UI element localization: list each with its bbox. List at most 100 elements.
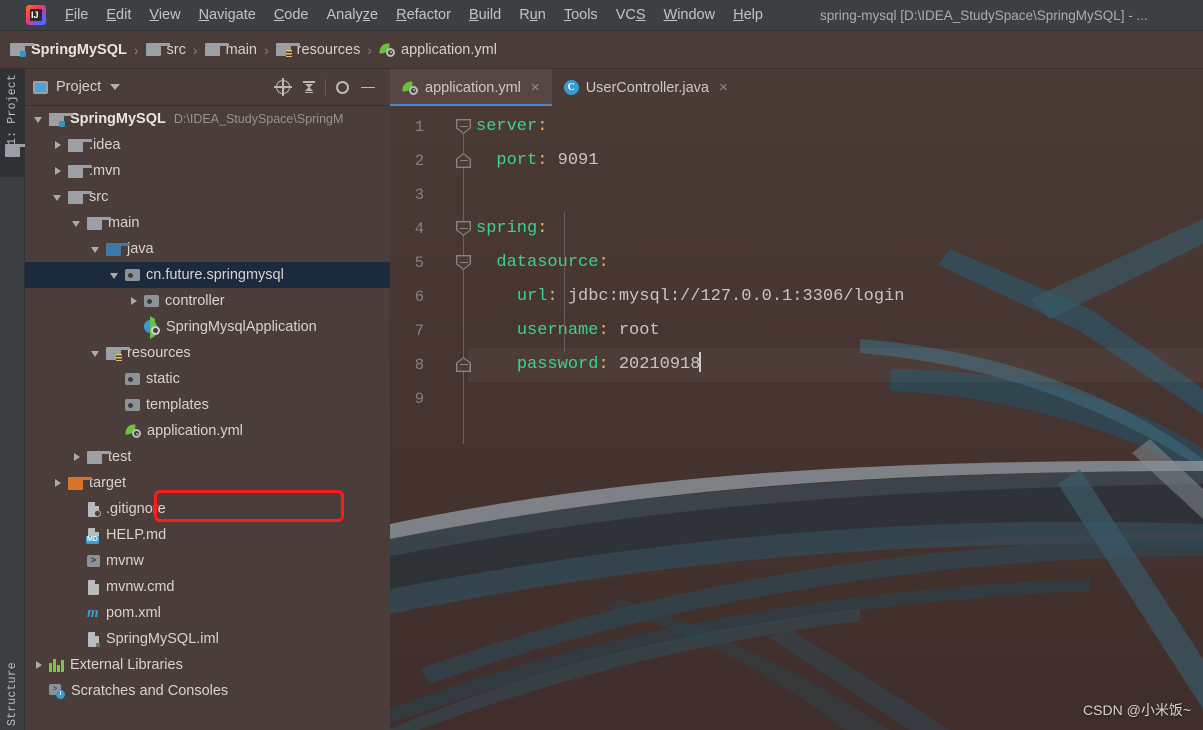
menu-item-code[interactable]: Code <box>265 4 318 26</box>
menu-item-help[interactable]: Help <box>724 4 772 26</box>
yaml-file-icon <box>401 80 418 95</box>
tree-toggle-down-icon[interactable] <box>90 243 102 255</box>
package-icon <box>125 399 140 411</box>
menu-item-navigate[interactable]: Navigate <box>190 4 265 26</box>
project-tool-window: Project SpringMySQL D:\IDEA_StudySpace\Sp… <box>25 69 390 730</box>
tree-row-controller[interactable]: controller <box>25 288 390 314</box>
tree-toggle-right-icon[interactable] <box>52 139 64 151</box>
breadcrumb-item-resources[interactable]: resources <box>275 42 360 58</box>
tree-row-target[interactable]: target <box>25 470 390 496</box>
breadcrumb[interactable]: SpringMySQL › src › main › resources › applicati… <box>0 31 1203 69</box>
tree-row-springmysql-iml[interactable]: SpringMySQL.iml <box>25 626 390 652</box>
tree-toggle-right-icon[interactable] <box>33 659 45 671</box>
module-folder-icon <box>10 43 34 57</box>
tree-row-application-yml[interactable]: application.yml <box>25 418 390 444</box>
tree-item-label: target <box>89 475 127 491</box>
breadcrumb-item-src[interactable]: src <box>145 42 186 58</box>
stripe-button-project[interactable]: 1: Project <box>0 69 25 177</box>
tree-row--gitignore[interactable]: .gitignore <box>25 496 390 522</box>
tree-item-label: .idea <box>89 137 121 153</box>
resources-folder-icon <box>275 43 300 57</box>
tree-row-help-md[interactable]: MD HELP.md <box>25 522 390 548</box>
tree-item-label: test <box>108 449 132 465</box>
tree-item-icon <box>87 631 100 647</box>
chevron-down-icon[interactable] <box>110 84 121 90</box>
gitignore-file-icon <box>87 501 101 517</box>
tree-row-mvnw[interactable]: > mvnw <box>25 548 390 574</box>
tree-item-icon <box>87 501 101 517</box>
editor-code-area[interactable]: 123456789 server: port: 9091 spring: dat… <box>390 106 1203 730</box>
locate-icon[interactable] <box>273 77 293 97</box>
menu-item-tools[interactable]: Tools <box>555 4 607 26</box>
breadcrumb-item-application-yml[interactable]: application.yml <box>378 42 497 58</box>
tree-row-src[interactable]: src <box>25 184 390 210</box>
tree-row-templates[interactable]: templates <box>25 392 390 418</box>
menu-item-analyze[interactable]: Analyze <box>318 4 388 26</box>
gear-icon[interactable] <box>332 77 352 97</box>
tree-row-main[interactable]: main <box>25 210 390 236</box>
editor-gutter[interactable]: 123456789 <box>390 106 471 730</box>
tree-row-scratches-and-consoles[interactable]: > Scratches and Consoles <box>25 678 390 704</box>
tree-row-cn-future-springmysql[interactable]: cn.future.springmysql <box>25 262 390 288</box>
stripe-structure-label: Structure <box>6 662 19 726</box>
tree-row-test[interactable]: test <box>25 444 390 470</box>
menu-item-vcs[interactable]: VCS <box>607 4 655 26</box>
tree-toggle-down-icon[interactable] <box>90 347 102 359</box>
editor-area: application.yml × C UserController.java × 12… <box>390 69 1203 730</box>
tree-toggle-down-icon[interactable] <box>71 217 83 229</box>
editor-tab-label: application.yml <box>425 79 521 96</box>
tree-row--idea[interactable]: .idea <box>25 132 390 158</box>
window-title: spring-mysql [D:\IDEA_StudySpace\SpringM… <box>819 7 1148 23</box>
tree-row-resources[interactable]: resources <box>25 340 390 366</box>
tree-row-mvnw-cmd[interactable]: mvnw.cmd <box>25 574 390 600</box>
tree-toggle-right-icon[interactable] <box>52 477 64 489</box>
menu-item-edit[interactable]: Edit <box>97 4 140 26</box>
tree-row--mvn[interactable]: .mvn <box>25 158 390 184</box>
tree-toggle-right-icon[interactable] <box>52 165 64 177</box>
yaml-file-icon <box>378 42 396 57</box>
stripe-button-structure[interactable]: Structure <box>0 638 25 726</box>
tree-toggle-down-icon[interactable] <box>52 191 64 203</box>
menu-item-build[interactable]: Build <box>460 4 510 26</box>
folder-icon <box>87 216 111 230</box>
tree-row-pom-xml[interactable]: m pom.xml <box>25 600 390 626</box>
collapse-all-icon[interactable] <box>299 77 319 97</box>
close-icon[interactable]: × <box>531 80 540 95</box>
tree-toggle-down-icon[interactable] <box>33 113 45 125</box>
stripe-project-label: 1: Project <box>6 74 19 146</box>
breadcrumb-separator: › <box>133 41 139 58</box>
code-line-6: url: jdbc:mysql://127.0.0.1:3306/login <box>516 287 905 306</box>
menu-item-run[interactable]: Run <box>510 4 555 26</box>
folder-icon <box>204 43 229 56</box>
line-number: 3 <box>414 186 424 204</box>
editor-tab-application-yml[interactable]: application.yml × <box>390 69 552 106</box>
editor-tab-usercontroller-java[interactable]: C UserController.java × <box>552 69 740 106</box>
close-icon[interactable]: × <box>719 80 728 95</box>
tree-row-java[interactable]: java <box>25 236 390 262</box>
tree-row-springmysqlapplication[interactable]: SpringMysqlApplication <box>25 314 390 340</box>
tree-row-static[interactable]: static <box>25 366 390 392</box>
project-tree[interactable]: SpringMySQL D:\IDEA_StudySpace\SpringM .id… <box>25 106 390 730</box>
menu-item-view[interactable]: View <box>140 4 189 26</box>
breadcrumb-item-springmysql[interactable]: SpringMySQL <box>10 42 127 58</box>
menu-item-file[interactable]: File <box>56 4 97 26</box>
editor-text[interactable]: server: port: 9091 spring: datasource: u… <box>468 106 1203 730</box>
hide-icon[interactable] <box>358 77 378 97</box>
menu-item-refactor[interactable]: Refactor <box>387 4 460 26</box>
tree-row-springmysql[interactable]: SpringMySQL D:\IDEA_StudySpace\SpringM <box>25 106 390 132</box>
tree-toggle-right-icon[interactable] <box>128 295 140 307</box>
menu-item-window[interactable]: Window <box>655 4 725 26</box>
tree-toggle-right-icon[interactable] <box>71 451 83 463</box>
tree-row-external-libraries[interactable]: External Libraries <box>25 652 390 678</box>
tree-item-icon <box>125 373 140 385</box>
intellij-idea-logo-icon: IJ <box>26 5 46 25</box>
source-folder-icon <box>106 242 130 256</box>
tree-toggle-down-icon[interactable] <box>109 269 121 281</box>
menu-bar: IJ File Edit View Navigate Code Analyze Refact… <box>0 0 1203 31</box>
markdown-file-icon: MD <box>86 527 100 544</box>
package-icon <box>125 373 140 385</box>
breadcrumb-item-main[interactable]: main <box>204 42 257 58</box>
